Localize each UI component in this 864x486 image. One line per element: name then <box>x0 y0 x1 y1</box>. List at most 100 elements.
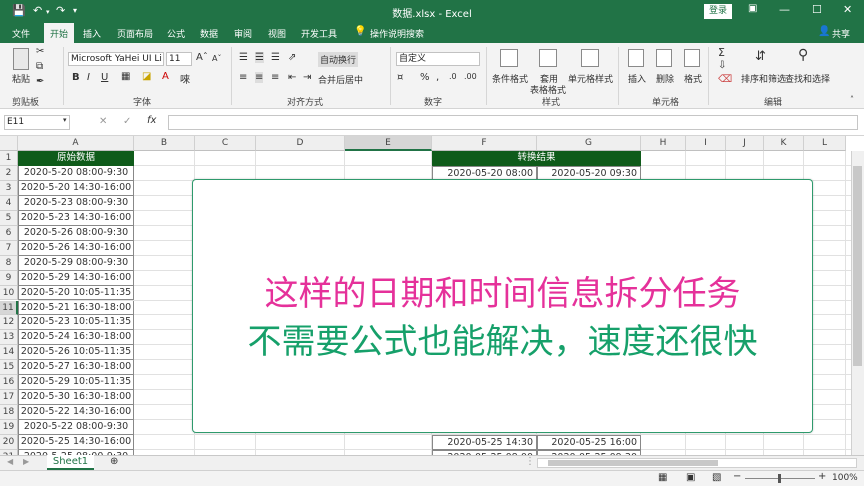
currency-icon[interactable]: ¤ <box>397 72 403 83</box>
cell-a11[interactable]: 2020-5-21 16:30-18:00 <box>18 300 134 316</box>
font-size-select[interactable]: 11 <box>166 52 192 66</box>
paste-icon[interactable] <box>13 48 29 70</box>
cell-style-button[interactable]: 单元格样式 <box>568 72 613 85</box>
align-top-icon[interactable]: ☰ <box>239 52 248 63</box>
row-header-2[interactable]: 2 <box>0 165 18 181</box>
format-painter-icon[interactable]: ✒ <box>36 76 44 87</box>
zoom-level[interactable]: 100% <box>832 473 858 483</box>
autosum-icon[interactable]: Σ <box>718 46 725 59</box>
align-left-icon[interactable]: ≡ <box>239 72 247 83</box>
column-header-k[interactable]: K <box>764 136 804 151</box>
cell-a2[interactable]: 2020-5-20 08:00-9:30 <box>18 165 134 181</box>
align-right-icon[interactable]: ≡ <box>271 72 279 83</box>
enter-icon[interactable]: ✓ <box>123 116 131 127</box>
font-color-icon[interactable]: A <box>162 71 169 82</box>
fill-color-icon[interactable]: ◪ <box>142 71 151 82</box>
number-format-select[interactable]: 自定义 <box>396 52 480 66</box>
row-header-20[interactable]: 20 <box>0 435 18 450</box>
vertical-scroll-thumb[interactable] <box>853 166 862 366</box>
insert-cells-button[interactable]: 插入 <box>628 72 646 85</box>
cell-a8[interactable]: 2020-5-29 08:00-9:30 <box>18 255 134 271</box>
italic-button[interactable]: I <box>87 72 90 83</box>
phonetic-icon[interactable]: 唻 <box>180 71 190 86</box>
tab-home[interactable]: 开始 <box>44 23 75 43</box>
row-header-17[interactable]: 17 <box>0 390 18 406</box>
row-header-14[interactable]: 14 <box>0 345 18 361</box>
find-select-icon[interactable]: ⚲ <box>798 47 808 63</box>
tab-review[interactable]: 审阅 <box>234 27 252 40</box>
tab-view[interactable]: 视图 <box>268 27 286 40</box>
insert-cells-icon[interactable] <box>628 49 644 67</box>
cell-a19[interactable]: 2020-5-22 08:00-9:30 <box>18 420 134 436</box>
paste-button[interactable]: 粘贴 <box>12 72 30 85</box>
column-header-f[interactable]: F <box>432 136 537 151</box>
cell-a18[interactable]: 2020-5-22 14:30-16:00 <box>18 405 134 421</box>
conditional-format-button[interactable]: 条件格式 <box>492 72 528 85</box>
row-header-5[interactable]: 5 <box>0 210 18 226</box>
merge-center-button[interactable]: 合并后居中 <box>318 73 363 86</box>
name-box[interactable]: E11 <box>4 115 70 130</box>
cell-a6[interactable]: 2020-5-26 08:00-9:30 <box>18 225 134 241</box>
tab-file[interactable]: 文件 <box>12 27 30 40</box>
row-header-11[interactable]: 11 <box>0 300 18 316</box>
row-header-16[interactable]: 16 <box>0 375 18 391</box>
cell-a15[interactable]: 2020-5-27 16:30-18:00 <box>18 360 134 376</box>
column-header-a[interactable]: A <box>18 136 134 151</box>
cell-a10[interactable]: 2020-5-20 10:05-11:35 <box>18 285 134 301</box>
row-header-12[interactable]: 12 <box>0 315 18 331</box>
indent-increase-icon[interactable]: ⇥ <box>303 72 311 83</box>
conditional-format-icon[interactable] <box>500 49 518 67</box>
row-header-3[interactable]: 3 <box>0 180 18 196</box>
cell-a16[interactable]: 2020-5-29 10:05-11:35 <box>18 375 134 391</box>
cell-f20[interactable]: 2020-05-25 14:30 <box>432 435 537 450</box>
row-header-4[interactable]: 4 <box>0 195 18 211</box>
row-header-6[interactable]: 6 <box>0 225 18 241</box>
prev-sheet-icon[interactable]: ◀ <box>7 457 13 466</box>
cut-icon[interactable]: ✂ <box>36 46 44 57</box>
close-icon[interactable]: ✕ <box>843 3 852 16</box>
header-original-data[interactable]: 原始数据 <box>18 151 134 166</box>
cell-a9[interactable]: 2020-5-29 14:30-16:00 <box>18 270 134 286</box>
row-header-18[interactable]: 18 <box>0 405 18 421</box>
header-converted-result[interactable]: 转换结果 <box>432 151 641 166</box>
cell-style-icon[interactable] <box>581 49 599 67</box>
minimize-icon[interactable]: — <box>779 3 790 16</box>
tell-me-search[interactable]: 操作说明搜索 <box>370 27 424 40</box>
comma-button[interactable]: , <box>436 72 439 83</box>
delete-cells-icon[interactable] <box>656 49 672 67</box>
zoom-slider-thumb[interactable] <box>778 474 781 483</box>
align-bottom-icon[interactable]: ☰ <box>271 52 280 63</box>
share-button[interactable]: 共享 <box>832 27 850 40</box>
login-button[interactable]: 登录 <box>704 4 732 19</box>
align-middle-icon[interactable]: ☰ <box>255 52 264 63</box>
cell-a20[interactable]: 2020-5-25 14:30-16:00 <box>18 435 134 450</box>
cell-a17[interactable]: 2020-5-30 16:30-18:00 <box>18 390 134 406</box>
column-header-g[interactable]: G <box>537 136 641 151</box>
underline-button[interactable]: U <box>101 72 108 83</box>
indent-decrease-icon[interactable]: ⇤ <box>288 72 296 83</box>
font-name-select[interactable]: Microsoft YaHei UI Li <box>68 52 164 66</box>
horizontal-scroll-thumb[interactable] <box>548 460 718 466</box>
cell-a13[interactable]: 2020-5-24 16:30-18:00 <box>18 330 134 346</box>
collapse-ribbon-icon[interactable]: ˄ <box>850 95 854 104</box>
cell-a12[interactable]: 2020-5-23 10:05-11:35 <box>18 315 134 331</box>
normal-view-icon[interactable]: ▦ <box>658 472 667 483</box>
sheet-tab-sheet1[interactable]: Sheet1 <box>47 455 94 470</box>
percent-button[interactable]: % <box>420 72 430 83</box>
column-header-d[interactable]: D <box>256 136 345 151</box>
orientation-icon[interactable]: ⇗ <box>288 52 296 63</box>
row-header-1[interactable]: 1 <box>0 151 18 166</box>
column-header-j[interactable]: J <box>726 136 764 151</box>
cancel-icon[interactable]: ✕ <box>99 116 107 127</box>
cell-a4[interactable]: 2020-5-23 08:00-9:30 <box>18 195 134 211</box>
column-header-i[interactable]: I <box>686 136 726 151</box>
increase-decimal-icon[interactable]: .0 <box>449 72 457 81</box>
table-format-icon[interactable] <box>539 49 557 67</box>
row-header-19[interactable]: 19 <box>0 420 18 436</box>
add-sheet-icon[interactable]: ⊕ <box>110 456 118 467</box>
row-header-10[interactable]: 10 <box>0 285 18 301</box>
row-header-13[interactable]: 13 <box>0 330 18 346</box>
find-select-button[interactable]: 查找和选择 <box>785 72 830 85</box>
horizontal-scrollbar[interactable] <box>537 458 857 468</box>
cell-a3[interactable]: 2020-5-20 14:30-16:00 <box>18 180 134 196</box>
